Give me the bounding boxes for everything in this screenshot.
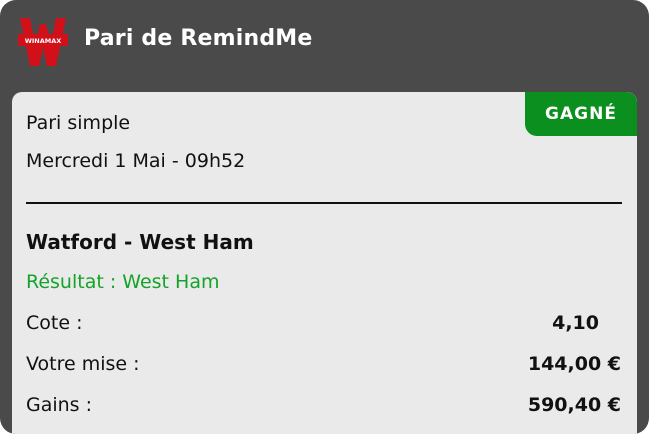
bet-notification-widget: WINAMAX Pari de RemindMe GAGNÉ Pari simp… [0, 0, 649, 434]
odds-label: Cote : [26, 312, 83, 334]
stake-value: 144,00 € [527, 353, 621, 375]
stake-label: Votre mise : [26, 353, 140, 375]
status-badge: GAGNÉ [525, 92, 637, 136]
bet-type: Pari simple [26, 112, 131, 134]
bet-card: GAGNÉ Pari simple Mercredi 1 Mai - 09h52… [12, 92, 637, 434]
winnings-value: 590,40 € [527, 394, 621, 416]
divider [26, 202, 622, 204]
odds-value: 4,10 [552, 312, 599, 334]
header: WINAMAX Pari de RemindMe [0, 0, 649, 86]
winnings-label: Gains : [26, 394, 93, 416]
match-title: Watford - West Ham [26, 230, 254, 254]
bet-result: Résultat : West Ham [26, 271, 220, 293]
logo-text: WINAMAX [25, 37, 62, 45]
winamax-logo-icon: WINAMAX [18, 18, 68, 66]
header-title: Pari de RemindMe [84, 26, 313, 51]
bet-date: Mercredi 1 Mai - 09h52 [26, 150, 246, 172]
